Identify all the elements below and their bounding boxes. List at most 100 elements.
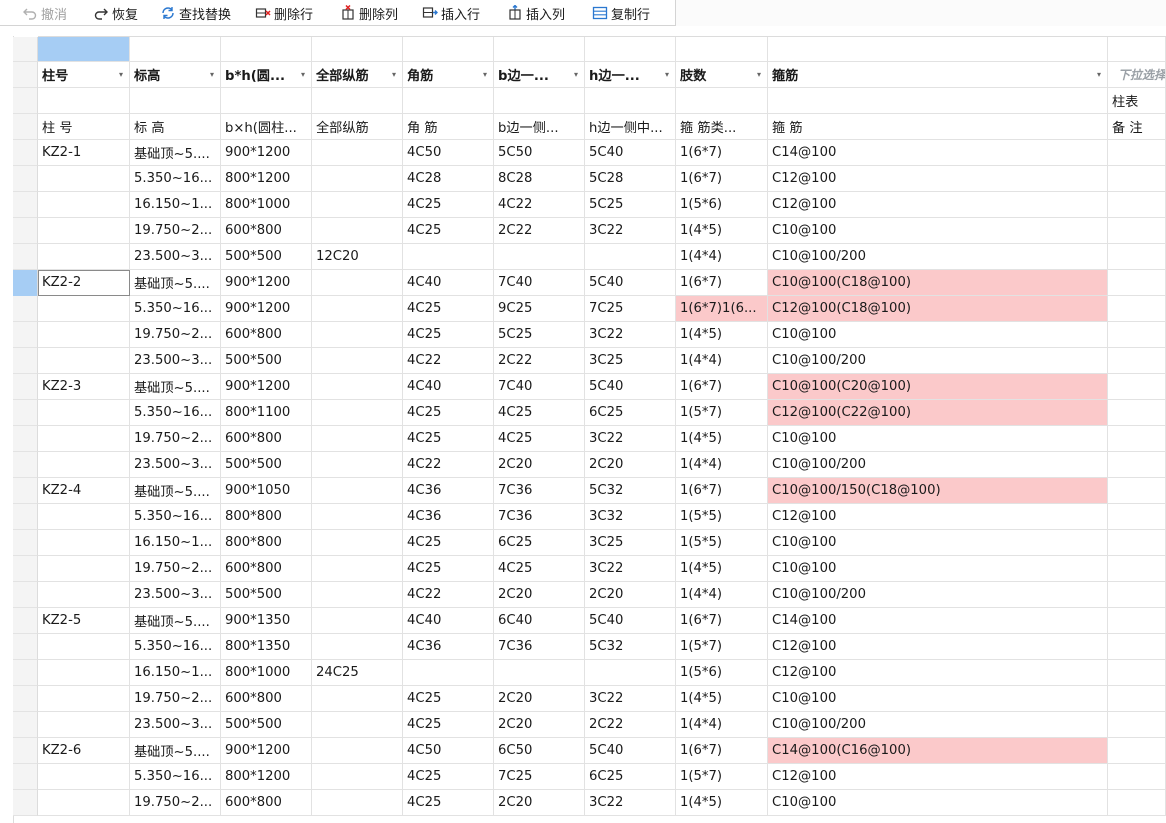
row-header[interactable] [13,504,38,530]
table-cell[interactable] [676,88,768,114]
table-cell[interactable]: 4C25 [403,218,494,244]
table-cell[interactable] [312,192,403,218]
table-cell[interactable]: 16.150~1... [130,660,221,686]
table-cell[interactable]: 4C25 [403,426,494,452]
table-cell[interactable]: 1(4*5) [676,790,768,816]
table-cell[interactable]: C10@100/200 [768,348,1108,374]
table-cell[interactable] [1108,582,1166,608]
table-cell[interactable]: 900*1200 [221,140,312,166]
table-cell[interactable] [38,192,130,218]
table-cell[interactable]: 4C40 [403,608,494,634]
table-cell[interactable]: C10@100/200 [768,452,1108,478]
table-cell[interactable]: 23.500~3... [130,348,221,374]
table-cell[interactable] [312,530,403,556]
table-cell[interactable]: 600*800 [221,790,312,816]
table-cell[interactable]: C10@100 [768,530,1108,556]
filter-dropdown-icon[interactable]: ▾ [483,62,487,87]
column-header[interactable]: b*h(圆... ▾ [221,62,312,88]
table-cell[interactable]: KZ2-2 [38,270,130,296]
table-cell[interactable]: 1(6*7) [676,166,768,192]
table-cell[interactable]: 5C40 [585,608,676,634]
blank-cell[interactable] [585,37,676,62]
table-cell[interactable]: 12C20 [312,244,403,270]
table-cell[interactable]: 4C25 [403,686,494,712]
table-cell[interactable]: 2C20 [494,712,585,738]
table-cell[interactable] [1108,140,1166,166]
table-cell[interactable]: 4C25 [403,322,494,348]
table-cell[interactable]: 1(6*7) [676,140,768,166]
table-cell[interactable]: 6C40 [494,608,585,634]
table-cell[interactable]: 800*1100 [221,400,312,426]
column-header[interactable]: b边一... ▾ [494,62,585,88]
table-cell[interactable] [312,400,403,426]
table-cell[interactable]: 1(4*5) [676,218,768,244]
table-cell[interactable]: C10@100(C20@100) [768,374,1108,400]
table-cell[interactable] [38,296,130,322]
table-cell[interactable] [1108,660,1166,686]
table-cell[interactable]: 900*1200 [221,270,312,296]
table-cell[interactable]: 6C25 [585,764,676,790]
table-cell[interactable] [38,530,130,556]
table-cell[interactable] [312,452,403,478]
table-cell[interactable]: 5C40 [585,270,676,296]
row-header[interactable] [13,634,38,660]
table-cell[interactable]: 1(5*6) [676,192,768,218]
filter-dropdown-icon[interactable]: ▾ [210,62,214,87]
table-cell[interactable]: 基础顶~5.... [130,478,221,504]
table-cell[interactable]: 900*1050 [221,478,312,504]
table-cell[interactable]: 7C40 [494,270,585,296]
table-cell[interactable]: 6C25 [585,400,676,426]
row-header[interactable] [13,660,38,686]
table-cell[interactable]: 3C22 [585,790,676,816]
filter-dropdown-icon[interactable]: ▾ [1097,62,1101,87]
column-header[interactable]: 肢数 ▾ [676,62,768,88]
table-cell[interactable]: 2C20 [585,452,676,478]
table-cell[interactable] [130,88,221,114]
table-cell[interactable]: 3C22 [585,426,676,452]
table-cell[interactable]: 19.750~2... [130,426,221,452]
row-header[interactable] [13,88,38,114]
table-cell[interactable]: 23.500~3... [130,712,221,738]
table-cell[interactable]: 800*1000 [221,660,312,686]
table-cell[interactable]: KZ2-4 [38,478,130,504]
table-cell[interactable]: 4C28 [403,166,494,192]
table-cell[interactable] [1108,192,1166,218]
table-cell[interactable]: 7C36 [494,504,585,530]
table-cell[interactable] [38,426,130,452]
table-cell[interactable]: C12@100 [768,504,1108,530]
table-cell[interactable]: 1(4*4) [676,244,768,270]
label-cell[interactable]: 箍 筋类... [676,114,768,140]
label-cell[interactable]: 标 高 [130,114,221,140]
table-cell[interactable]: 2C20 [494,686,585,712]
table-cell[interactable] [312,686,403,712]
filter-dropdown-icon[interactable]: ▾ [119,62,123,87]
table-cell[interactable]: C12@100 [768,764,1108,790]
table-cell[interactable]: 3C22 [585,556,676,582]
table-cell[interactable]: KZ2-1 [38,140,130,166]
label-cell[interactable]: 角 筋 [403,114,494,140]
table-cell[interactable]: 3C25 [585,348,676,374]
table-cell[interactable]: 800*800 [221,504,312,530]
table-cell[interactable]: 500*500 [221,244,312,270]
column-header[interactable]: h边一... ▾ [585,62,676,88]
row-header[interactable] [13,348,38,374]
label-cell[interactable]: 柱 号 [38,114,130,140]
table-cell[interactable] [312,296,403,322]
table-cell[interactable]: 3C22 [585,218,676,244]
row-header[interactable] [13,608,38,634]
table-cell[interactable] [38,322,130,348]
table-cell[interactable]: 4C25 [403,400,494,426]
table-cell[interactable]: 3C32 [585,504,676,530]
column-header[interactable]: 柱号 ▾ [38,62,130,88]
table-cell[interactable] [312,764,403,790]
blank-cell[interactable] [130,37,221,62]
table-cell[interactable]: 1(5*7) [676,634,768,660]
row-header[interactable] [13,790,38,816]
table-cell[interactable]: 4C22 [494,192,585,218]
row-header[interactable] [13,530,38,556]
table-cell[interactable] [1108,374,1166,400]
table-cell[interactable]: 4C25 [403,712,494,738]
label-cell[interactable]: b×h(圆柱... [221,114,312,140]
table-cell[interactable]: 3C25 [585,530,676,556]
row-header[interactable] [13,556,38,582]
